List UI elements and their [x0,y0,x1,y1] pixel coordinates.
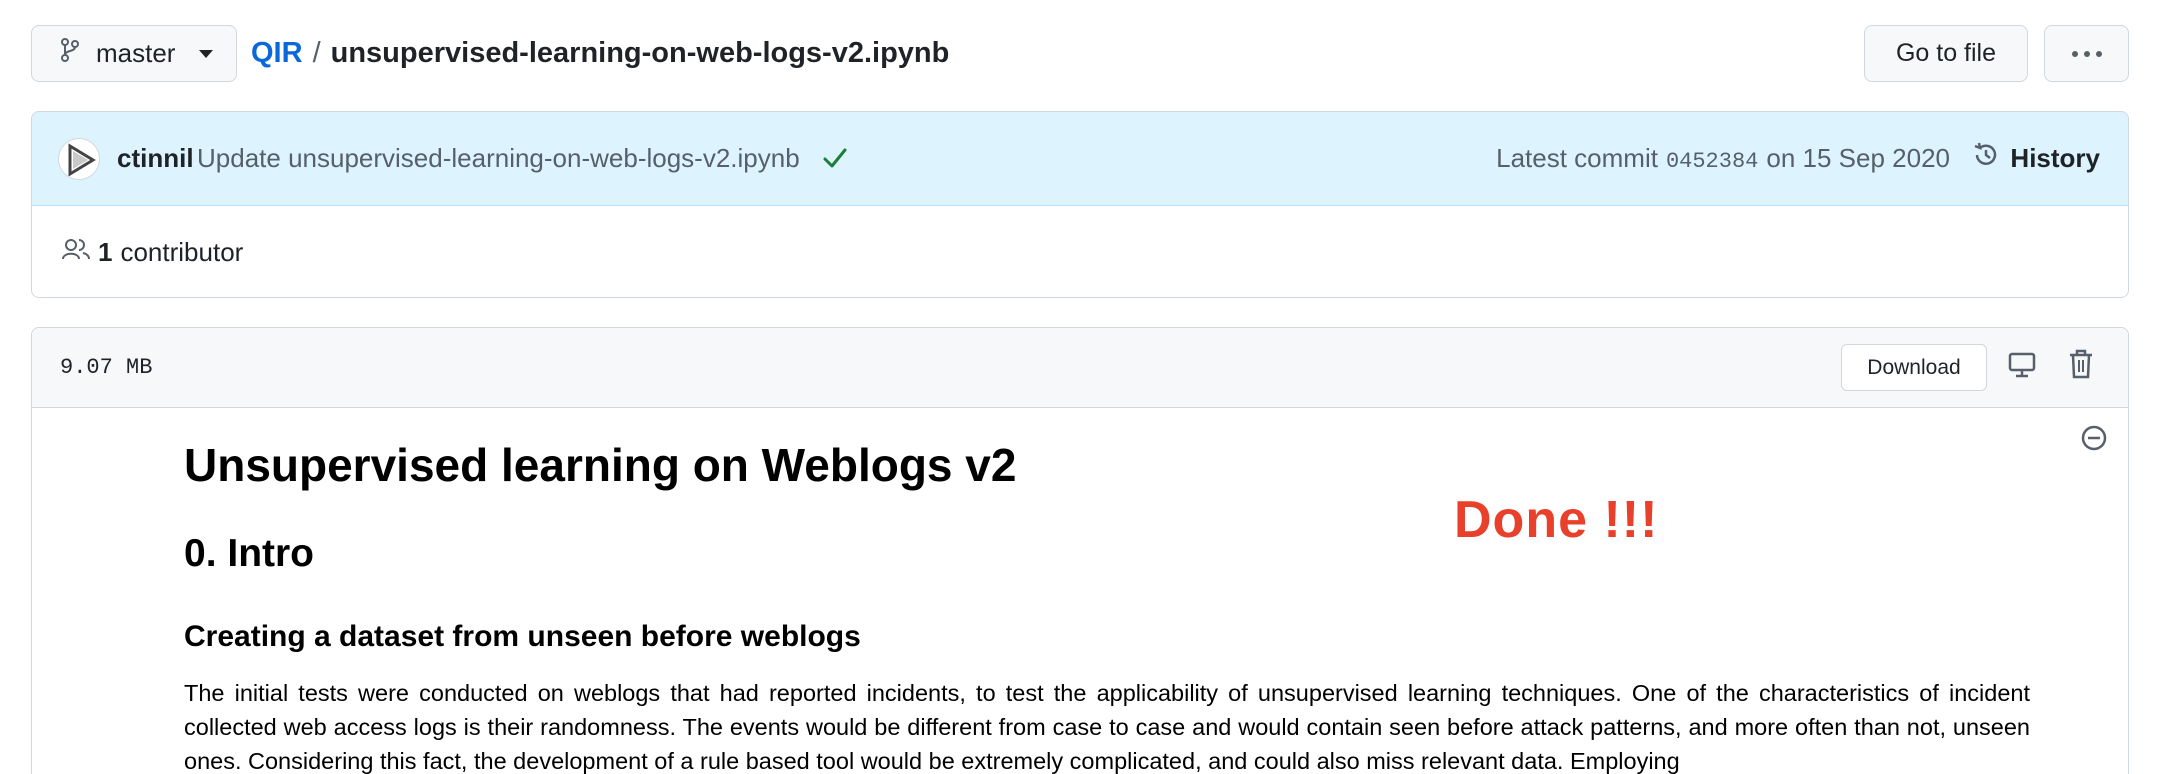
branch-label: master [96,38,176,68]
contributor-count: 1 [98,236,113,267]
contributors-row[interactable]: 1 contributor [32,206,2128,297]
contributor-label: contributor [120,236,244,267]
breadcrumb-file-name: unsupervised-learning-on-web-logs-v2.ipy… [330,37,950,69]
history-link[interactable]: History [1972,141,2100,176]
notebook-subsection-heading: Creating a dataset from unseen before we… [184,620,861,653]
commit-author-link[interactable]: ctinnil [117,143,194,174]
desktop-icon[interactable] [2007,350,2037,385]
more-horizontal-icon [2071,50,2102,57]
done-overlay-text: Done !!! [1454,491,1659,549]
people-icon [62,237,90,268]
trash-icon[interactable] [2068,348,2094,385]
file-viewer: 9.07 MB Download Unsupervised learning o… [31,327,2129,774]
breadcrumb: QIR / unsupervised-learning-on-web-logs-… [251,25,949,82]
file-toolbar: 9.07 MB Download [32,328,2128,408]
breadcrumb-repo-link[interactable]: QIR [251,37,303,70]
latest-commit-bar: ctinnil Update unsupervised-learning-on-… [32,112,2128,206]
notebook-title: Unsupervised learning on Weblogs v2 [184,439,1017,491]
latest-commit-info: Latest commit 0452384 on 15 Sep 2020 [1496,143,1950,174]
history-label: History [2010,143,2100,173]
collapse-icon[interactable] [2080,424,2108,457]
check-icon[interactable] [822,146,848,177]
branch-select-button[interactable]: master [31,25,237,82]
history-icon [1972,141,2000,176]
chevron-down-icon [199,49,214,58]
commit-info-box: ctinnil Update unsupervised-learning-on-… [31,111,2129,298]
go-to-file-button[interactable]: Go to file [1864,25,2028,82]
download-button[interactable]: Download [1841,344,1987,391]
commit-date: on 15 Sep 2020 [1766,143,1950,173]
git-branch-icon [60,37,80,70]
latest-commit-prefix: Latest commit [1496,143,1658,173]
notebook-paragraph: The initial tests were conducted on webl… [184,680,2030,774]
notebook-section-heading: 0. Intro [184,532,315,575]
file-size: 9.07 MB [60,355,153,380]
notebook-render: Unsupervised learning on Weblogs v2 0. I… [184,438,2030,774]
avatar[interactable] [58,138,100,180]
commit-message-link[interactable]: Update unsupervised-learning-on-web-logs… [197,143,800,174]
file-header-row: master QIR / unsupervised-learning-on-we… [31,25,2129,82]
commit-sha-link[interactable]: 0452384 [1666,149,1758,174]
more-options-button[interactable] [2044,25,2129,82]
breadcrumb-separator: / [312,37,321,69]
